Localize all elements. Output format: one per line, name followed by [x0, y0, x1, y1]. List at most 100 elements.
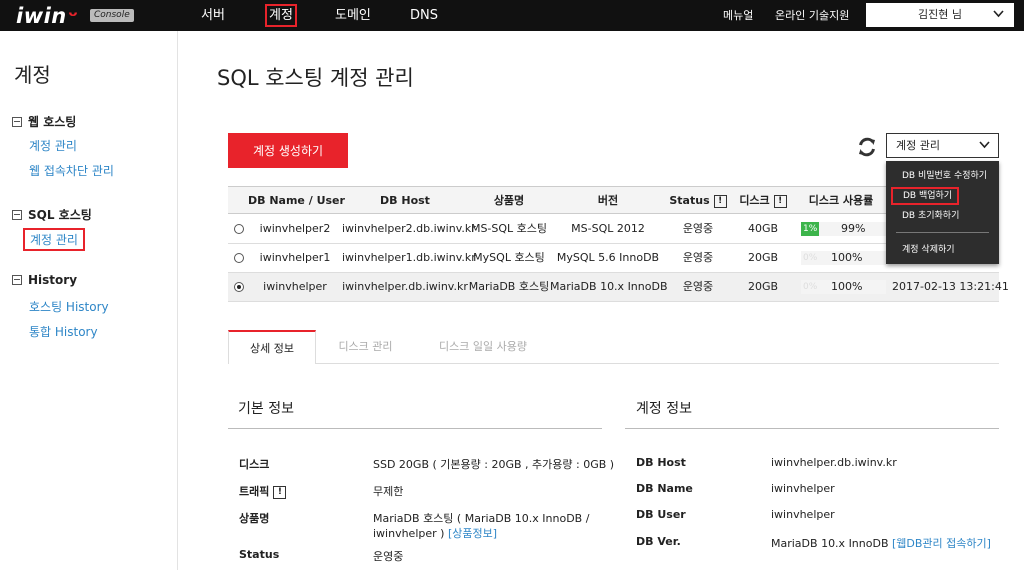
cell-db-name: iwinvhelper2 — [259, 222, 331, 235]
disk-usage-bar: 1% 99% — [801, 222, 886, 236]
sidebar-item-web-account[interactable]: 계정 관리 — [29, 137, 77, 154]
value-disk: SSD 20GB ( 기본용량 : 20GB , 추가용량 : 0GB ) — [373, 458, 615, 471]
account-info-title: 계정 정보 — [636, 401, 692, 417]
row-radio[interactable] — [234, 253, 244, 263]
nav-dns[interactable]: DNS — [410, 0, 438, 31]
refresh-icon[interactable] — [856, 136, 878, 158]
label-db-ver: DB Ver. — [636, 535, 681, 548]
label-db-host: DB Host — [636, 456, 686, 469]
sidebar-item-hosting-history[interactable]: 호스팅 History — [29, 298, 109, 315]
cell-version: MS-SQL 2012 — [571, 222, 645, 235]
page-title: SQL 호스팅 계정 관리 — [217, 66, 414, 90]
nav-account[interactable]: 계정 — [265, 4, 297, 27]
tab-disk-daily-usage[interactable]: 디스크 일일 사용량 — [428, 330, 538, 364]
value-db-user: iwinvhelper — [771, 508, 835, 521]
label-db-user: DB User — [636, 508, 686, 521]
disk-usage-percent: 0% — [803, 253, 818, 263]
basic-info-title: 기본 정보 — [238, 401, 294, 417]
cell-product: MariaDB 호스팅 — [468, 280, 550, 293]
product-info-link[interactable]: [상품정보] — [448, 527, 497, 540]
table-header: DB Name / User DB Host 상품명 버전 Status! 디스… — [228, 186, 999, 214]
web-db-admin-link[interactable]: [웹DB관리 접속하기] — [892, 537, 991, 550]
nav-server[interactable]: 서버 — [201, 0, 225, 31]
col-product: 상품명 — [493, 194, 525, 207]
cell-db-name: iwinvhelper — [263, 280, 327, 293]
col-status: Status! — [666, 187, 730, 215]
value-product-account: iwinvhelper ) — [373, 527, 445, 540]
disk-usage-percent: 0% — [803, 282, 818, 292]
cell-db-host: iwinvhelper2.db.iwinv.kr — [342, 222, 476, 235]
info-icon[interactable]: ! — [713, 194, 727, 208]
user-menu-select[interactable]: 김진현 님 — [866, 3, 1014, 27]
basic-info-divider — [228, 428, 602, 429]
manual-link[interactable]: 메뉴얼 — [723, 0, 753, 31]
collapse-icon — [12, 210, 22, 220]
tab-disk-manage[interactable]: 디스크 관리 — [328, 330, 403, 364]
value-status: 운영중 — [373, 550, 404, 563]
table-row[interactable]: iwinvhelper1 iwinvhelper1.db.iwinv.kr My… — [228, 244, 999, 273]
sidebar-group-label: 웹 호스팅 — [28, 115, 77, 129]
sidebar-group-web-hosting[interactable]: 웹 호스팅 — [12, 113, 76, 130]
value-db-ver-text: MariaDB 10.x InnoDB — [771, 537, 889, 550]
value-product-line1: MariaDB 호스팅 ( MariaDB 10.x InnoDB / — [373, 512, 590, 525]
value-traffic: 무제한 — [373, 485, 404, 498]
sidebar-group-sql-hosting[interactable]: SQL 호스팅 — [12, 206, 92, 223]
table-row-selected[interactable]: iwinvhelper iwinvhelper.db.iwinv.kr Mari… — [228, 273, 1009, 302]
account-action-value: 계정 관리 — [896, 139, 940, 152]
sidebar-item-web-block[interactable]: 웹 접속차단 관리 — [29, 162, 114, 179]
menu-divider — [896, 232, 989, 233]
cell-product: MySQL 호스팅 — [473, 251, 545, 264]
menu-item-delete-account[interactable]: 계정 삭제하기 — [886, 243, 999, 257]
col-db-host: DB Host — [380, 194, 430, 207]
label-status: Status — [239, 548, 280, 561]
account-action-select[interactable]: 계정 관리 — [886, 133, 999, 158]
cell-product: MS-SQL 호스팅 — [470, 222, 548, 235]
cell-status: 운영중 — [682, 251, 714, 264]
sidebar-group-label: History — [28, 273, 78, 287]
disk-free-percent: 99% — [841, 222, 866, 235]
sidebar-group-history[interactable]: History — [12, 273, 77, 287]
user-name: 김진현 님 — [918, 8, 962, 21]
label-db-name: DB Name — [636, 482, 693, 495]
chevron-down-icon — [993, 3, 1004, 27]
col-disk: 디스크! — [730, 187, 796, 215]
cell-db-host: iwinvhelper.db.iwinv.kr — [342, 280, 468, 293]
console-badge: Console — [90, 9, 134, 22]
iwin-logo[interactable]: iwinᵕ — [16, 4, 78, 28]
label-disk: 디스크 — [239, 458, 270, 471]
disk-usage-bar: 0% 100% — [801, 251, 886, 265]
detail-tabs: 상세 정보 디스크 관리 디스크 일일 사용량 — [228, 330, 999, 364]
row-radio[interactable] — [234, 224, 244, 234]
menu-item-change-password[interactable]: DB 비밀번호 수정하기 — [886, 169, 999, 183]
support-link[interactable]: 온라인 기술지원 — [775, 0, 849, 31]
col-disk-label: 디스크 — [739, 194, 770, 207]
create-account-button[interactable]: 계정 생성하기 — [228, 133, 348, 168]
sidebar-group-label: SQL 호스팅 — [28, 208, 92, 222]
cell-status: 운영중 — [682, 280, 714, 293]
value-db-name: iwinvhelper — [771, 482, 835, 495]
sidebar-item-total-history[interactable]: 통합 History — [29, 323, 98, 340]
sidebar-title: 계정 — [14, 63, 51, 87]
col-status-label: Status — [669, 194, 710, 207]
menu-item-db-backup[interactable]: DB 백업하기 — [891, 187, 959, 205]
col-version: 버전 — [597, 194, 619, 207]
label-traffic: 트래픽! — [239, 483, 287, 499]
cell-disk: 20GB — [747, 280, 779, 293]
cell-disk: 40GB — [747, 222, 779, 235]
sidebar-item-sql-account[interactable]: 계정 관리 — [23, 228, 85, 251]
nav-domain[interactable]: 도메인 — [335, 0, 371, 31]
info-icon[interactable]: ! — [773, 194, 787, 208]
menu-item-db-reset[interactable]: DB 초기화하기 — [886, 209, 999, 223]
value-db-host: iwinvhelper.db.iwinv.kr — [771, 456, 897, 469]
account-action-menu: DB 비밀번호 수정하기 DB 백업하기 DB 초기화하기 계정 삭제하기 — [886, 161, 999, 264]
cell-db-name: iwinvhelper1 — [259, 251, 331, 264]
cell-created-date: 2017-02-13 13:21:41 — [892, 280, 1009, 293]
tab-detail-info[interactable]: 상세 정보 — [228, 330, 316, 364]
cell-version: MySQL 5.6 InnoDB — [556, 251, 660, 264]
disk-usage-bar: 0% 100% — [801, 280, 886, 294]
label-traffic-text: 트래픽 — [239, 485, 270, 498]
account-info-divider — [625, 428, 999, 429]
row-radio-checked[interactable] — [234, 282, 244, 292]
info-icon[interactable]: ! — [273, 485, 287, 499]
table-row[interactable]: iwinvhelper2 iwinvhelper2.db.iwinv.kr MS… — [228, 215, 999, 244]
